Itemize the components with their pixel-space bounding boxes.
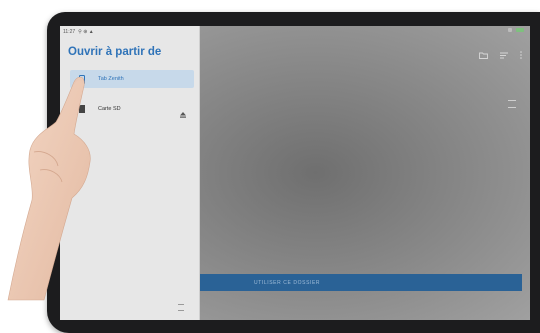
new-folder-icon[interactable] — [479, 46, 488, 64]
sd-card-icon — [76, 105, 88, 113]
use-this-folder-label: UTILISER CE DOSSIER — [254, 279, 321, 286]
drawer-item-label: Carte SD — [98, 106, 121, 112]
sort-icon[interactable] — [500, 46, 508, 64]
menu-icon[interactable] — [178, 304, 184, 311]
eject-icon[interactable] — [180, 105, 186, 123]
tablet-icon — [76, 74, 88, 84]
status-indicators: ⚲ ⊕ ▲ — [78, 29, 94, 35]
drawer-item-tab-zenith[interactable]: Tab Zenith — [70, 70, 194, 88]
status-icons — [508, 28, 524, 32]
status-time: 11:27 — [63, 29, 76, 35]
tablet-screen: 11:27 ⚲ ⊕ ▲ Ouvrir à partir de Tab Zenit… — [60, 26, 530, 320]
status-bar: 11:27 ⚲ ⊕ ▲ — [60, 26, 203, 38]
use-this-folder-button[interactable]: UTILISER CE DOSSIER — [200, 274, 522, 291]
navigation-drawer: 11:27 ⚲ ⊕ ▲ Ouvrir à partir de Tab Zenit… — [60, 26, 200, 320]
file-browser-content: UTILISER CE DOSSIER — [200, 26, 530, 320]
drawer-item-label: Tab Zenith — [98, 76, 124, 82]
drawer-title: Ouvrir à partir de — [68, 46, 162, 58]
drawer-item-carte-sd[interactable]: Carte SD — [70, 100, 194, 118]
list-view-icon[interactable] — [508, 100, 516, 108]
toolbar — [479, 46, 522, 64]
wifi-icon — [508, 28, 512, 32]
battery-icon — [516, 28, 524, 32]
more-icon[interactable] — [520, 46, 522, 64]
